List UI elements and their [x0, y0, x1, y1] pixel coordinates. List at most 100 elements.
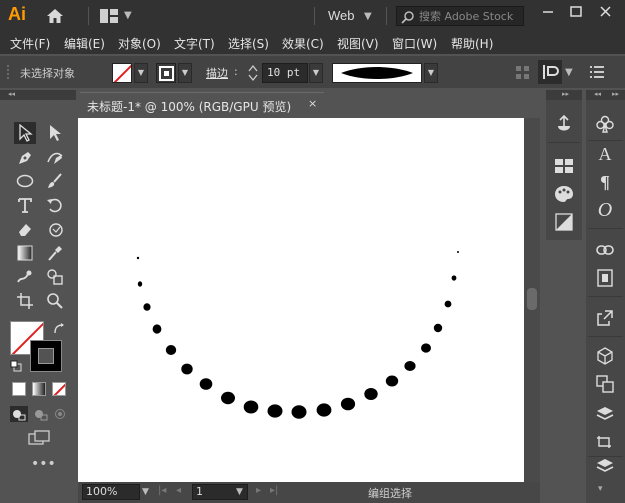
live-paint-icon[interactable] — [44, 266, 66, 288]
arc-dot — [364, 388, 378, 400]
menu-select[interactable]: 选择(S) — [228, 35, 269, 52]
next-page-icon[interactable]: ▸ — [256, 485, 261, 496]
stroke-dropdown[interactable]: ▼ — [178, 63, 192, 83]
menu-edit[interactable]: 编辑(E) — [64, 35, 105, 52]
dotted-arc-artwork[interactable] — [78, 118, 524, 482]
fill-dropdown[interactable]: ▼ — [134, 63, 148, 83]
stroke-stepper[interactable] — [247, 64, 259, 82]
panel-dock-1 — [546, 100, 582, 240]
type-icon[interactable] — [14, 194, 36, 216]
chevron-down-icon[interactable]: ▼ — [124, 10, 132, 21]
home-icon[interactable] — [46, 8, 64, 27]
draw-inside-icon[interactable] — [52, 406, 68, 422]
collapse-arrow-icon[interactable]: ▾ — [598, 484, 603, 494]
zoom-level-field[interactable]: 100% — [82, 484, 140, 500]
arrange-documents-icon[interactable] — [100, 9, 120, 26]
menu-window[interactable]: 窗口(W) — [392, 35, 437, 52]
scale-icon[interactable] — [44, 218, 66, 240]
stock-search[interactable] — [396, 6, 524, 26]
gradient-panel-icon[interactable] — [551, 210, 577, 234]
arc-dot — [421, 343, 431, 353]
direct-selection-icon[interactable] — [44, 122, 66, 144]
profile-dropdown[interactable]: ▼ — [424, 63, 438, 83]
paragraph-icon[interactable]: ¶ — [592, 170, 618, 194]
artboard-canvas[interactable] — [78, 118, 524, 482]
asset-export-icon[interactable] — [551, 112, 577, 136]
export-icon[interactable] — [592, 306, 618, 330]
menu-icon[interactable] — [590, 66, 604, 78]
variable-width-profile[interactable] — [332, 63, 422, 83]
maximize-button[interactable] — [564, 3, 588, 21]
eraser-icon[interactable] — [14, 218, 36, 240]
character-icon[interactable]: A — [592, 142, 618, 166]
workspace-switcher[interactable]: Web — [328, 8, 355, 23]
minimize-button[interactable] — [536, 3, 560, 21]
document-tab[interactable]: 未标题-1* @ 100% (RGB/GPU 预览) × — [80, 92, 324, 116]
chevron-down-icon[interactable]: ▼ — [236, 487, 243, 497]
stroke-color-swatch[interactable] — [156, 63, 176, 83]
ellipse-icon[interactable] — [14, 170, 36, 192]
chevron-down-icon[interactable]: ▼ — [142, 487, 149, 497]
menu-effect[interactable]: 效果(C) — [282, 35, 324, 52]
pen-icon[interactable] — [14, 146, 36, 168]
brush-icon[interactable] — [44, 170, 66, 192]
clubs-icon[interactable] — [592, 112, 618, 136]
close-icon[interactable]: × — [308, 97, 317, 110]
menu-view[interactable]: 视图(V) — [337, 35, 379, 52]
artboard-icon[interactable] — [14, 290, 36, 312]
stroke-label-colon: : — [234, 65, 238, 78]
screen-mode-icon[interactable] — [28, 430, 50, 446]
last-page-icon[interactable]: ▸| — [270, 485, 278, 496]
link-icon[interactable] — [592, 238, 618, 262]
artboards-icon[interactable] — [592, 430, 618, 454]
search-input[interactable] — [419, 8, 523, 24]
selection-tool-icon[interactable] — [14, 122, 36, 144]
more-icon[interactable]: ••• — [31, 456, 56, 472]
close-window-button[interactable] — [594, 3, 618, 21]
panel-collapse-strip[interactable]: ▸▸ — [546, 90, 582, 100]
transform-button[interactable] — [538, 60, 562, 84]
color-palette-icon[interactable] — [551, 182, 577, 206]
stroke-weight-input[interactable]: 10 pt — [262, 63, 308, 83]
stroke-weight-dropdown[interactable]: ▼ — [309, 63, 323, 83]
zoom-icon[interactable] — [44, 290, 66, 312]
chevron-down-icon[interactable]: ▼ — [364, 11, 372, 22]
align-grid-icon[interactable] — [516, 66, 530, 80]
first-page-icon[interactable]: |◂ — [158, 485, 166, 496]
swap-icon[interactable] — [52, 322, 66, 336]
chevron-down-icon[interactable]: ▼ — [565, 67, 573, 78]
opentype-icon[interactable]: O — [592, 198, 618, 222]
default-colors-icon[interactable] — [10, 360, 22, 372]
eyedropper-icon[interactable] — [44, 242, 66, 264]
arc-dot — [404, 361, 416, 371]
prev-page-icon[interactable]: ◂ — [176, 485, 181, 496]
menu-file[interactable]: 文件(F) — [10, 35, 50, 52]
gradient-mode-button[interactable] — [32, 382, 46, 396]
color-mode-button[interactable] — [12, 382, 26, 396]
layers-icon[interactable] — [592, 402, 618, 426]
curvature-icon[interactable] — [44, 146, 66, 168]
fill-color-swatch[interactable] — [112, 63, 132, 83]
none-mode-button[interactable] — [52, 382, 66, 396]
scrollbar-thumb[interactable] — [527, 288, 537, 310]
layers-stack-icon[interactable] — [592, 454, 618, 478]
draw-behind-icon[interactable] — [32, 406, 48, 422]
blend-icon[interactable] — [14, 266, 36, 288]
menu-help[interactable]: 帮助(H) — [451, 35, 493, 52]
menu-object[interactable]: 对象(O) — [118, 35, 161, 52]
transparency-icon[interactable] — [592, 372, 618, 396]
stroke-label[interactable]: 描边 — [206, 65, 228, 81]
menu-type[interactable]: 文字(T) — [174, 35, 215, 52]
panel-collapse-strip[interactable]: ◂◂ ▸▸ — [586, 90, 625, 100]
draw-normal-icon[interactable] — [10, 406, 28, 422]
vertical-scrollbar[interactable] — [524, 118, 540, 482]
stroke-swatch[interactable] — [30, 340, 62, 372]
arc-dot — [316, 403, 332, 417]
swatches-icon[interactable] — [551, 154, 577, 178]
rotate-icon[interactable] — [44, 194, 66, 216]
gradient-icon[interactable] — [14, 242, 36, 264]
toolbar-collapse-strip[interactable]: ◂◂ — [0, 90, 76, 100]
grip-icon[interactable] — [5, 64, 11, 80]
3d-icon[interactable] — [592, 344, 618, 368]
document-info-icon[interactable] — [592, 266, 618, 290]
